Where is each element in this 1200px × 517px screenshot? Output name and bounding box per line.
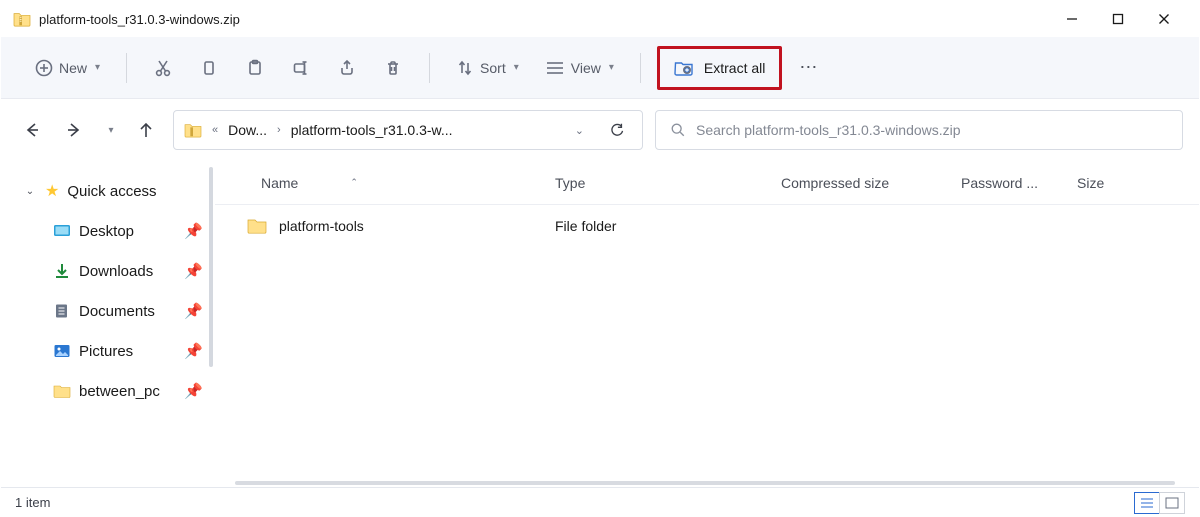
- file-type: File folder: [555, 218, 781, 234]
- column-compressed-size[interactable]: Compressed size: [781, 175, 961, 191]
- toolbar: New ▾ Sort ▾ View ▾ Extract all ⋯: [1, 37, 1199, 99]
- zip-folder-icon: [184, 122, 202, 138]
- details-view-toggle[interactable]: [1134, 492, 1160, 514]
- separator: [429, 53, 430, 83]
- item-count: 1 item: [15, 495, 50, 510]
- thumbnails-view-toggle[interactable]: [1159, 492, 1185, 514]
- chevron-down-icon[interactable]: ⌄: [23, 186, 37, 197]
- sidebar-item-label: Pictures: [79, 343, 133, 360]
- pin-icon: 📌: [184, 342, 203, 360]
- sidebar: ⌄ ★ Quick access Desktop 📌 Downloads 📌 D…: [1, 161, 215, 487]
- pin-icon: 📌: [184, 382, 203, 400]
- up-button[interactable]: [131, 115, 161, 145]
- recent-locations-button[interactable]: ▾: [101, 115, 119, 145]
- extract-all-button[interactable]: Extract all: [657, 46, 782, 90]
- separator: [640, 53, 641, 83]
- sidebar-item-label: Downloads: [79, 263, 153, 280]
- quick-access-label: Quick access: [67, 183, 156, 200]
- breadcrumb-prev-icon[interactable]: «: [208, 124, 222, 136]
- minimize-button[interactable]: [1049, 1, 1095, 37]
- sidebar-scrollbar[interactable]: [209, 167, 213, 367]
- breadcrumb-seg-1[interactable]: Dow...: [228, 122, 267, 138]
- search-input[interactable]: [696, 122, 1168, 138]
- column-size[interactable]: Size: [1077, 175, 1157, 191]
- zip-folder-icon: [13, 11, 31, 27]
- sidebar-item-desktop[interactable]: Desktop 📌: [7, 211, 211, 251]
- column-name[interactable]: Name⌃: [255, 175, 555, 191]
- close-button[interactable]: [1141, 1, 1187, 37]
- search-icon: [670, 122, 686, 138]
- pin-icon: 📌: [184, 262, 203, 280]
- maximize-button[interactable]: [1095, 1, 1141, 37]
- horizontal-scrollbar[interactable]: [235, 481, 1175, 485]
- window-title: platform-tools_r31.0.3-windows.zip: [39, 12, 1049, 27]
- column-password[interactable]: Password ...: [961, 175, 1077, 191]
- pin-icon: 📌: [184, 222, 203, 240]
- column-headers: Name⌃ Type Compressed size Password ... …: [215, 161, 1199, 205]
- new-button[interactable]: New ▾: [25, 50, 110, 86]
- file-list: Name⌃ Type Compressed size Password ... …: [215, 161, 1199, 487]
- chevron-down-icon[interactable]: ⌄: [571, 124, 588, 137]
- delete-button[interactable]: [373, 50, 413, 86]
- address-bar[interactable]: « Dow... › platform-tools_r31.0.3-w... ⌄: [173, 110, 643, 150]
- pictures-icon: [53, 343, 71, 359]
- folder-icon: [53, 383, 71, 399]
- sidebar-item-label: Desktop: [79, 223, 134, 240]
- sidebar-item-label: between_pc: [79, 383, 160, 400]
- download-icon: [53, 263, 71, 279]
- chevron-right-icon[interactable]: ›: [273, 124, 285, 136]
- search-box[interactable]: [655, 110, 1183, 150]
- sort-asc-icon: ⌃: [350, 177, 358, 188]
- sidebar-item-label: Documents: [79, 303, 155, 320]
- back-button[interactable]: [17, 115, 47, 145]
- file-name: platform-tools: [279, 218, 364, 234]
- chevron-down-icon: ▾: [609, 62, 614, 73]
- rename-button[interactable]: [281, 50, 321, 86]
- desktop-icon: [53, 223, 71, 239]
- view-button[interactable]: View ▾: [535, 50, 624, 86]
- file-row[interactable]: platform-tools File folder: [215, 205, 1199, 247]
- cut-button[interactable]: [143, 50, 183, 86]
- sidebar-item-downloads[interactable]: Downloads 📌: [7, 251, 211, 291]
- sidebar-item-between-pc[interactable]: between_pc 📌: [7, 371, 211, 411]
- nav-row: ▾ « Dow... › platform-tools_r31.0.3-w...…: [1, 99, 1199, 161]
- separator: [126, 53, 127, 83]
- status-bar: 1 item: [1, 487, 1199, 517]
- more-button[interactable]: ⋯: [788, 50, 828, 86]
- breadcrumb-seg-2[interactable]: platform-tools_r31.0.3-w...: [291, 122, 453, 138]
- pin-icon: 📌: [184, 302, 203, 320]
- share-button[interactable]: [327, 50, 367, 86]
- copy-button[interactable]: [189, 50, 229, 86]
- extract-all-label: Extract all: [704, 60, 765, 76]
- sidebar-item-documents[interactable]: Documents 📌: [7, 291, 211, 331]
- chevron-down-icon: ▾: [514, 62, 519, 73]
- sidebar-item-pictures[interactable]: Pictures 📌: [7, 331, 211, 371]
- paste-button[interactable]: [235, 50, 275, 86]
- sort-label: Sort: [480, 60, 506, 76]
- sidebar-quick-access[interactable]: ⌄ ★ Quick access: [7, 171, 211, 211]
- refresh-button[interactable]: [602, 115, 632, 145]
- folder-icon: [247, 217, 267, 235]
- view-label: View: [571, 60, 601, 76]
- documents-icon: [53, 303, 71, 319]
- sort-button[interactable]: Sort ▾: [446, 50, 529, 86]
- chevron-down-icon: ▾: [95, 62, 100, 73]
- column-type[interactable]: Type: [555, 175, 781, 191]
- titlebar: platform-tools_r31.0.3-windows.zip: [1, 1, 1199, 37]
- forward-button[interactable]: [59, 115, 89, 145]
- new-label: New: [59, 60, 87, 76]
- star-icon: ★: [45, 181, 59, 201]
